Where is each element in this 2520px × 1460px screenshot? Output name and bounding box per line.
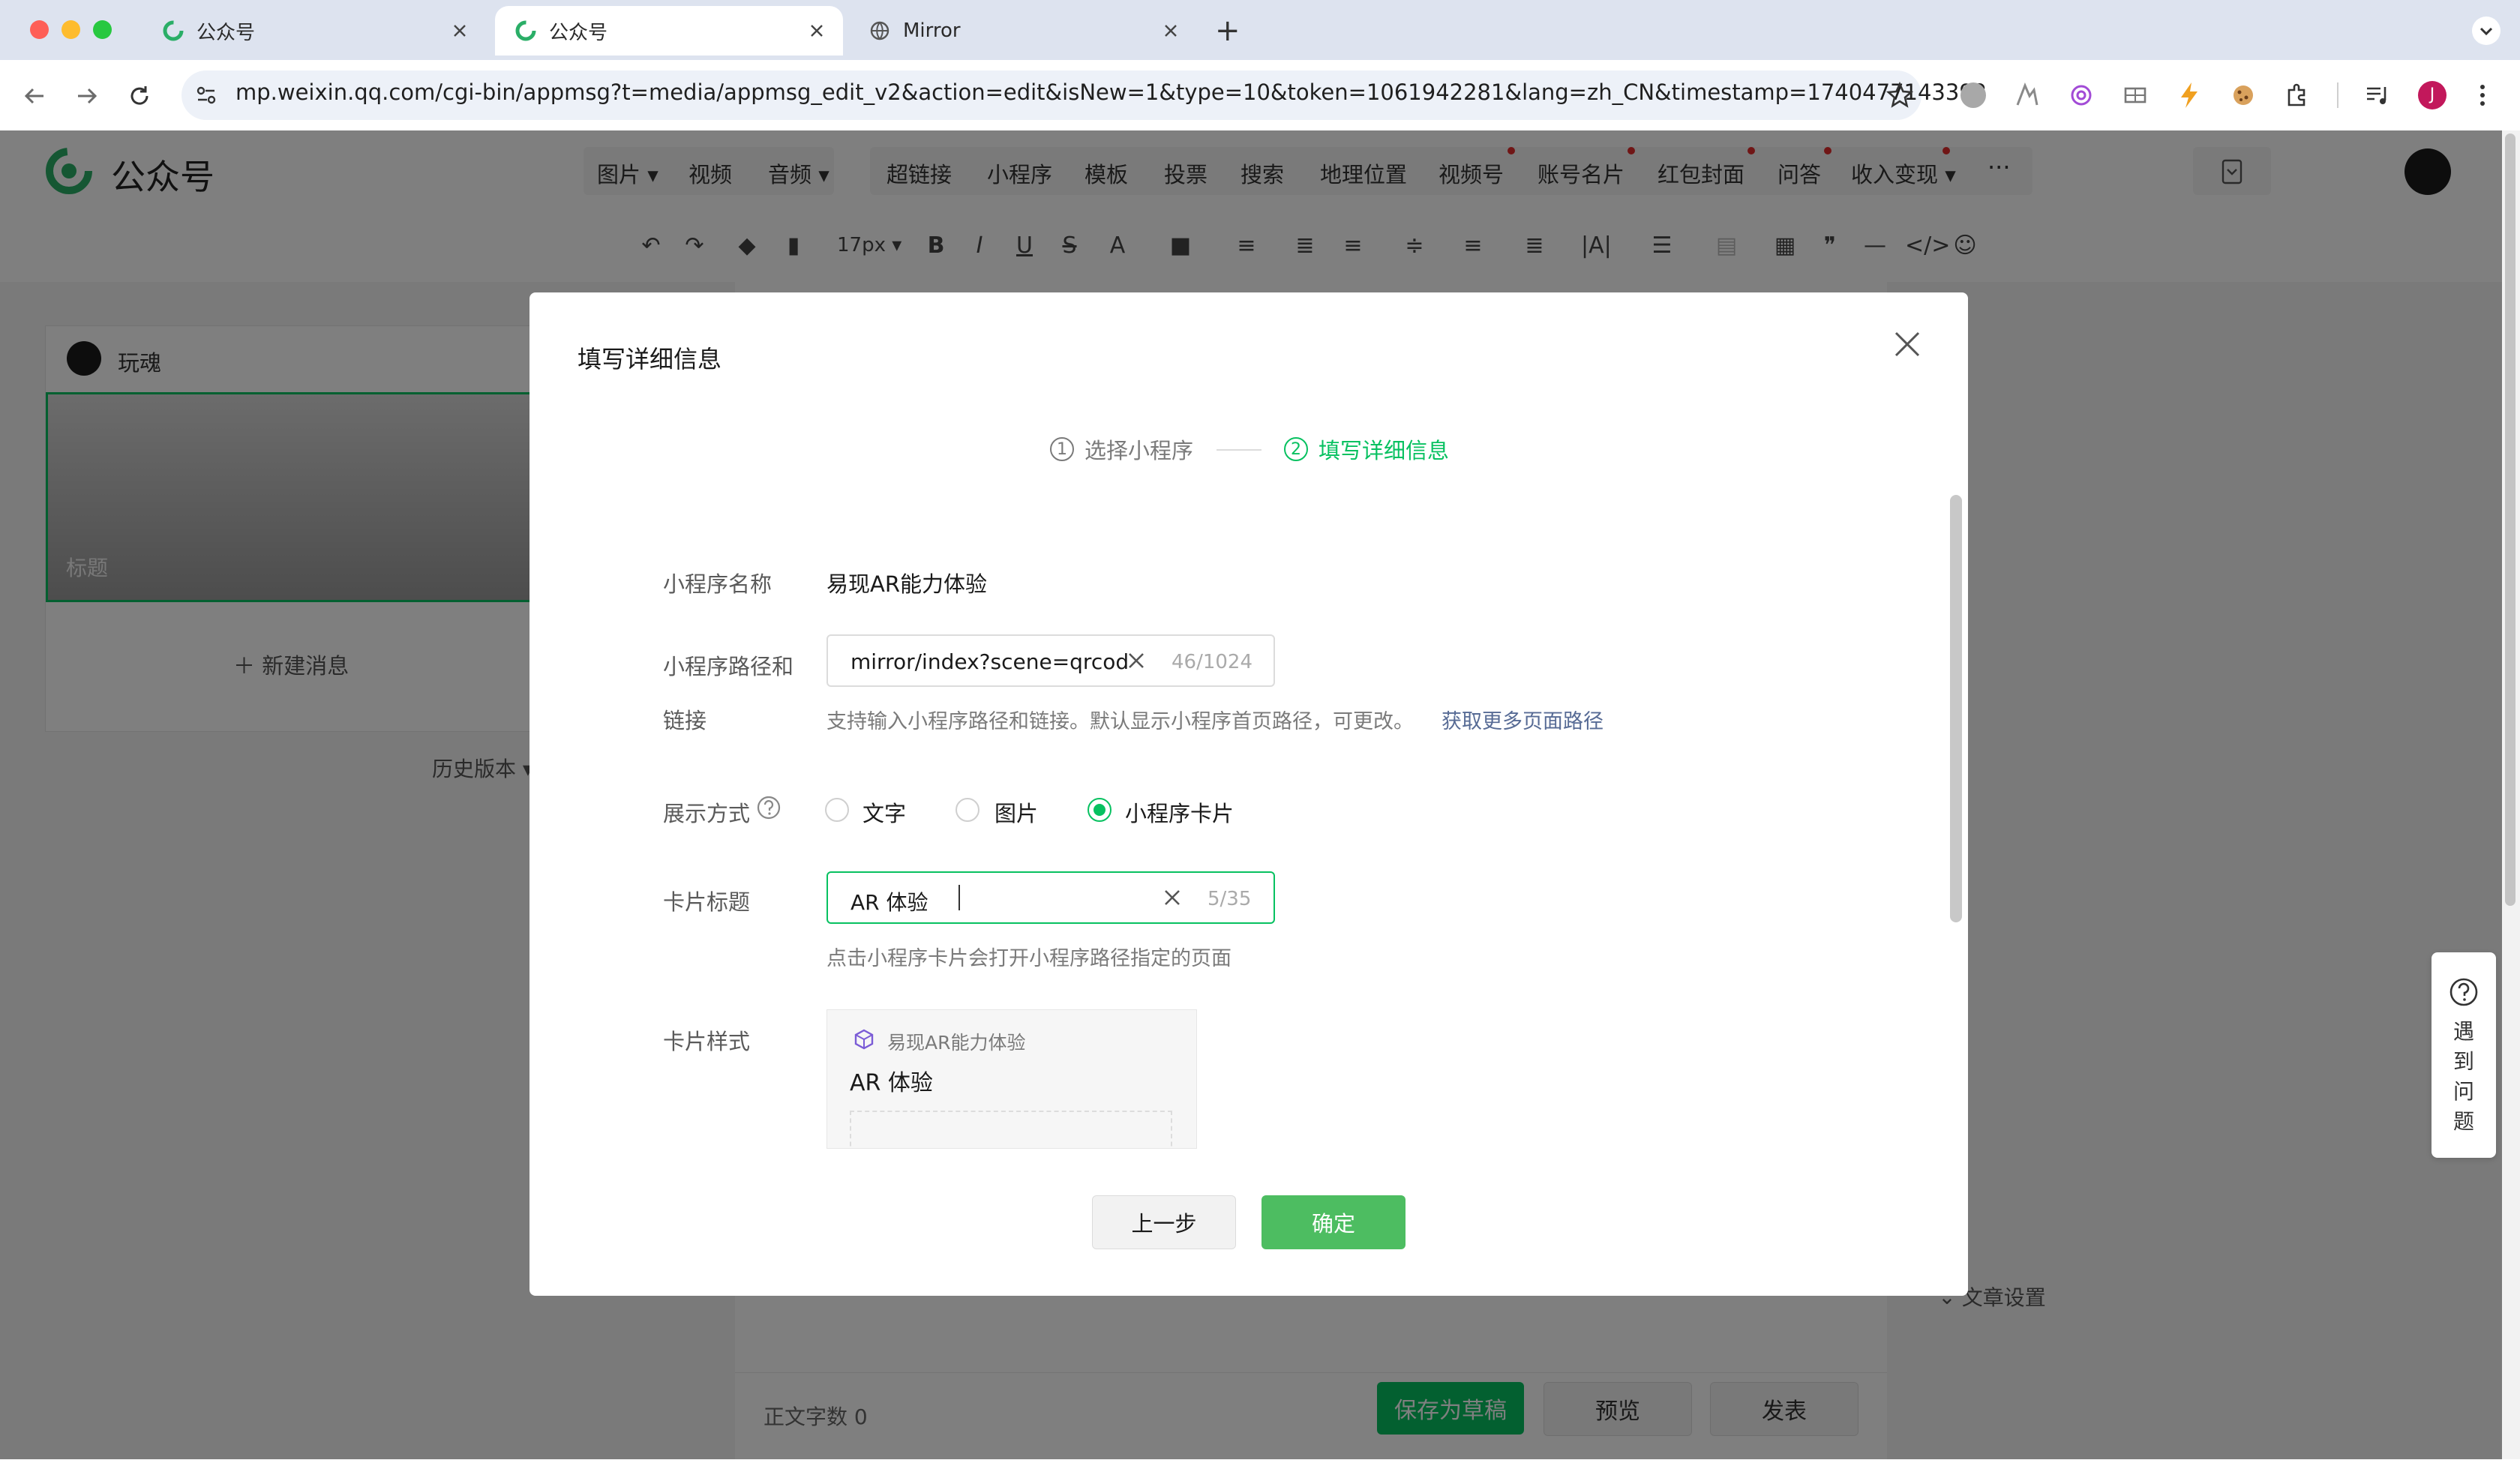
path-label: 小程序路径和 [663, 654, 794, 679]
extensions-puzzle-icon[interactable] [2284, 82, 2310, 108]
more-paths-link[interactable]: 获取更多页面路径 [1442, 705, 1604, 734]
openai-icon[interactable] [2068, 82, 2094, 108]
card-preview: 易现AR能力体验 AR 体验 [826, 1009, 1197, 1149]
browser-tab-2[interactable]: 公众号 [495, 6, 843, 55]
card-preview-title: AR 体验 [850, 1070, 933, 1096]
miniprogram-icon [853, 1028, 875, 1051]
step-connector [1216, 449, 1262, 451]
back-icon[interactable] [21, 82, 48, 109]
step-number: 2 [1284, 437, 1308, 461]
path-hint: 支持输入小程序路径和链接。默认显示小程序首页路径，可更改。 [826, 710, 1414, 733]
media-control-icon[interactable] [2364, 82, 2391, 108]
close-window-button[interactable] [30, 20, 49, 39]
tab-title: 公众号 [196, 21, 256, 44]
card-title-input-value[interactable]: AR 体验 [850, 886, 928, 916]
minimize-window-button[interactable] [62, 20, 80, 39]
site-info-icon[interactable] [194, 82, 219, 108]
browser-tab-3[interactable]: Mirror [849, 6, 1197, 55]
path-input-value[interactable]: mirror/index?scene=qrcodeIc [850, 649, 1130, 674]
radio-card[interactable] [1088, 798, 1112, 822]
path-counter: 46/1024 [1172, 651, 1253, 673]
close-tab-icon[interactable] [807, 21, 826, 40]
step-1: 1 选择小程序 [1050, 433, 1193, 465]
close-tab-icon[interactable] [450, 21, 470, 40]
clear-input-icon[interactable] [1125, 649, 1148, 672]
radio-text[interactable] [825, 798, 849, 822]
wechat-logo-icon [162, 19, 184, 42]
wechat-logo-icon [514, 19, 537, 42]
extension-circle-icon[interactable] [1960, 82, 1986, 108]
forward-icon[interactable] [74, 82, 100, 109]
bookmark-star-icon[interactable] [1886, 81, 1914, 109]
globe-icon [868, 19, 891, 42]
browser-menu-icon[interactable] [2475, 81, 2490, 109]
card-image-placeholder [850, 1111, 1172, 1148]
browser-tab-1[interactable]: 公众号 [142, 6, 486, 55]
help-label: 遇到问题 [2452, 1019, 2474, 1134]
help-question-icon[interactable] [756, 795, 782, 820]
browser-tab-strip: 公众号 公众号 Mirror + [0, 0, 2520, 60]
text-cursor [958, 885, 960, 910]
reload-icon[interactable] [126, 82, 153, 109]
page-scrollbar-thumb[interactable] [2505, 133, 2516, 906]
extension-a-icon[interactable] [2014, 82, 2040, 108]
step-2: 2 填写详细信息 [1284, 433, 1449, 465]
tab-title: 公众号 [549, 21, 608, 44]
step-label: 选择小程序 [1084, 438, 1194, 463]
miniprogram-detail-dialog [530, 292, 1968, 1296]
card-title-label: 卡片标题 [663, 889, 751, 915]
extension-grid-icon[interactable] [2122, 82, 2148, 108]
step-number: 1 [1050, 437, 1074, 461]
step-label: 填写详细信息 [1318, 438, 1450, 463]
clear-input-icon[interactable] [1161, 886, 1184, 909]
path-label-cont: 链接 [663, 708, 707, 733]
dialog-scrollbar[interactable] [1950, 495, 1962, 922]
toolbar-divider [2337, 82, 2338, 108]
miniprogram-name: 易现AR能力体验 [826, 571, 987, 597]
maximize-window-button[interactable] [93, 20, 112, 39]
display-mode-label: 展示方式 [663, 801, 751, 826]
card-title-hint: 点击小程序卡片会打开小程序路径指定的页面 [826, 947, 1232, 970]
radio-image-label[interactable]: 图片 [994, 796, 1038, 828]
new-tab-button[interactable]: + [1215, 13, 1240, 48]
confirm-button[interactable]: 确定 [1262, 1195, 1406, 1249]
url-text[interactable]: mp.weixin.qq.com/cgi-bin/appmsg?t=media/… [236, 79, 1987, 105]
card-app-name: 易现AR能力体验 [887, 1032, 1026, 1054]
close-icon[interactable] [1892, 328, 1923, 360]
card-style-label: 卡片样式 [663, 1029, 751, 1054]
previous-step-button[interactable]: 上一步 [1092, 1195, 1236, 1249]
question-circle-icon [2448, 976, 2480, 1008]
card-title-counter: 5/35 [1208, 888, 1252, 910]
radio-image[interactable] [956, 798, 980, 822]
dialog-title: 填写详细信息 [578, 345, 722, 373]
profile-avatar[interactable]: J [2418, 81, 2446, 109]
tab-search-button[interactable] [2472, 16, 2500, 45]
radio-card-label[interactable]: 小程序卡片 [1125, 796, 1234, 828]
tab-title: Mirror [903, 19, 961, 42]
name-label: 小程序名称 [663, 571, 772, 597]
close-tab-icon[interactable] [1161, 21, 1180, 40]
lightning-icon[interactable] [2176, 81, 2202, 109]
radio-text-label[interactable]: 文字 [862, 796, 906, 828]
cookie-icon[interactable] [2230, 82, 2256, 108]
